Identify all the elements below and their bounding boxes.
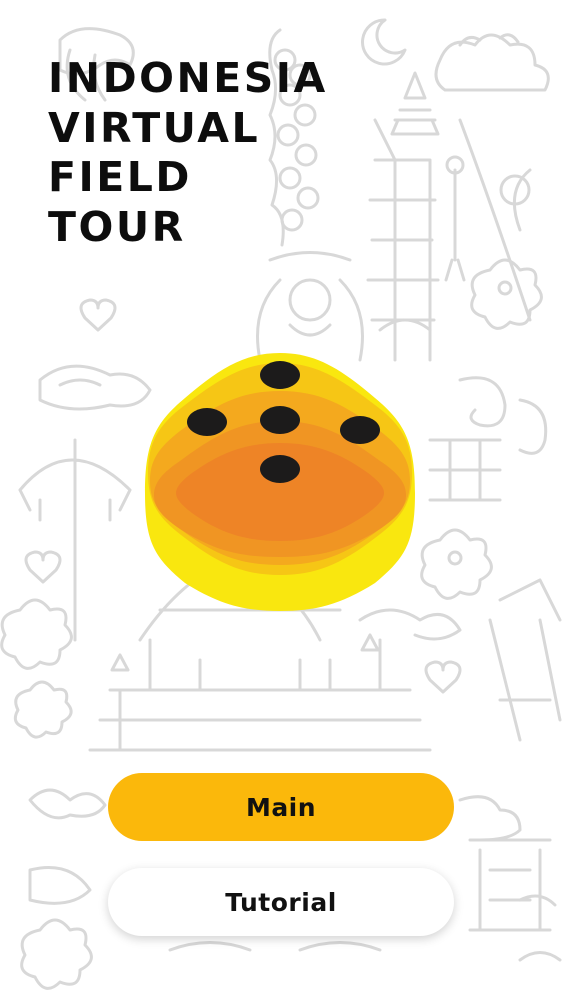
title-line-4: TOUR <box>48 202 186 251</box>
title-line-3: FIELD <box>48 153 192 201</box>
tutorial-button[interactable]: Tutorial <box>108 868 454 936</box>
layered-hexagon-dice-icon <box>145 353 415 611</box>
main-button[interactable]: Main <box>108 773 454 841</box>
title-line-2: VIRTUAL <box>48 103 261 152</box>
title-line-1: INDONESIA <box>48 54 328 102</box>
app-title: INDONESIA VIRTUAL FIELD TOUR <box>48 54 328 252</box>
